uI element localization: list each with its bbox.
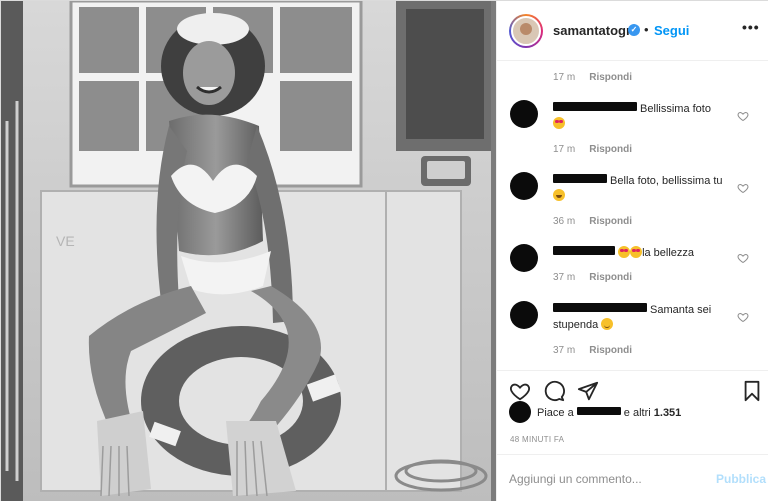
comment-meta: 17 m Rispondi xyxy=(553,144,632,155)
likes-count[interactable]: 1.351 xyxy=(654,407,682,419)
verified-icon: ✓ xyxy=(628,24,640,36)
comment-time: 37 m xyxy=(553,345,576,356)
heart-eyes-emoji xyxy=(618,246,631,258)
post-header: samantatogni ✓ • Segui ••• xyxy=(497,1,768,61)
comment-icon[interactable] xyxy=(543,380,565,402)
heart-eyes-emoji xyxy=(553,117,565,129)
redacted-liker-username[interactable] xyxy=(576,407,621,415)
likes-prefix: Piace a xyxy=(537,407,577,419)
comment-meta: 17 m Rispondi xyxy=(553,72,632,83)
comment-text-content: Bellissima foto xyxy=(637,103,711,115)
commenter-avatar[interactable] xyxy=(510,100,538,128)
comment-time: 37 m xyxy=(553,272,576,283)
reply-button[interactable]: Rispondi xyxy=(589,272,632,283)
bookmark-icon[interactable] xyxy=(741,380,763,402)
commenter-avatar[interactable] xyxy=(510,301,538,329)
add-comment-bar: Pubblica xyxy=(497,454,768,501)
like-comment-heart-icon[interactable] xyxy=(737,311,749,323)
likes-row: Piace a e altri 1.351 xyxy=(497,401,768,431)
likes-suffix: e altri xyxy=(620,407,654,419)
comments-list[interactable]: 17 m Rispondi Bellissima foto 17 m Rispond… xyxy=(497,62,768,370)
reply-button[interactable]: Rispondi xyxy=(589,144,632,155)
liker-avatar[interactable] xyxy=(509,401,531,423)
like-comment-heart-icon[interactable] xyxy=(737,182,749,194)
commenter-avatar[interactable] xyxy=(510,244,538,272)
comment-text: Bella foto, bellissima tu xyxy=(553,174,733,204)
post-timestamp[interactable]: 48 MINUTI FA xyxy=(510,435,564,444)
author-avatar-ring[interactable] xyxy=(509,14,543,48)
publish-button[interactable]: Pubblica xyxy=(716,472,766,486)
comment-meta: 37 m Rispondi xyxy=(553,345,632,356)
reply-button[interactable]: Rispondi xyxy=(589,72,632,83)
comment-meta: 36 m Rispondi xyxy=(553,216,632,227)
comment-text-content: Bella foto, bellissima tu xyxy=(607,175,723,187)
heart-eyes-emoji xyxy=(630,246,643,258)
comment-text: Samanta sei stupenda xyxy=(553,303,733,333)
blush-emoji xyxy=(601,318,614,330)
like-comment-heart-icon[interactable] xyxy=(737,110,749,122)
share-icon[interactable] xyxy=(577,380,599,402)
svg-text:VE: VE xyxy=(56,233,75,249)
comment-meta: 37 m Rispondi xyxy=(553,272,632,283)
heart-icon[interactable] xyxy=(509,380,531,402)
comment-text: la bellezza xyxy=(553,246,733,261)
redacted-username[interactable] xyxy=(553,246,615,255)
comment-time: 36 m xyxy=(553,216,576,227)
likes-text: Piace a e altri 1.351 xyxy=(537,407,681,419)
post-photo-image: VE xyxy=(1,1,496,501)
comment-text: Bellissima foto xyxy=(553,102,733,132)
grin-emoji xyxy=(553,189,565,201)
reply-button[interactable]: Rispondi xyxy=(589,216,632,227)
comment-time: 17 m xyxy=(553,72,576,83)
author-username[interactable]: samantatogni xyxy=(553,23,638,38)
redacted-username[interactable] xyxy=(553,303,647,312)
more-icon[interactable]: ••• xyxy=(742,19,760,35)
comment-input[interactable] xyxy=(509,469,699,489)
author-avatar[interactable] xyxy=(511,16,541,46)
instagram-post-window: VE samantatogni ✓ • Segui ••• 17 m Rispon… xyxy=(0,0,768,501)
reply-button[interactable]: Rispondi xyxy=(589,345,632,356)
comment-time: 17 m xyxy=(553,144,576,155)
post-side-panel: samantatogni ✓ • Segui ••• 17 m Rispondi … xyxy=(496,1,768,501)
follow-button[interactable]: Segui xyxy=(654,23,689,38)
comment-text-content: la bellezza xyxy=(642,247,695,259)
redacted-username[interactable] xyxy=(553,174,607,183)
post-photo[interactable]: VE xyxy=(1,1,496,501)
redacted-username[interactable] xyxy=(553,102,637,111)
commenter-avatar[interactable] xyxy=(510,172,538,200)
like-comment-heart-icon[interactable] xyxy=(737,252,749,264)
header-separator: • xyxy=(644,22,649,37)
